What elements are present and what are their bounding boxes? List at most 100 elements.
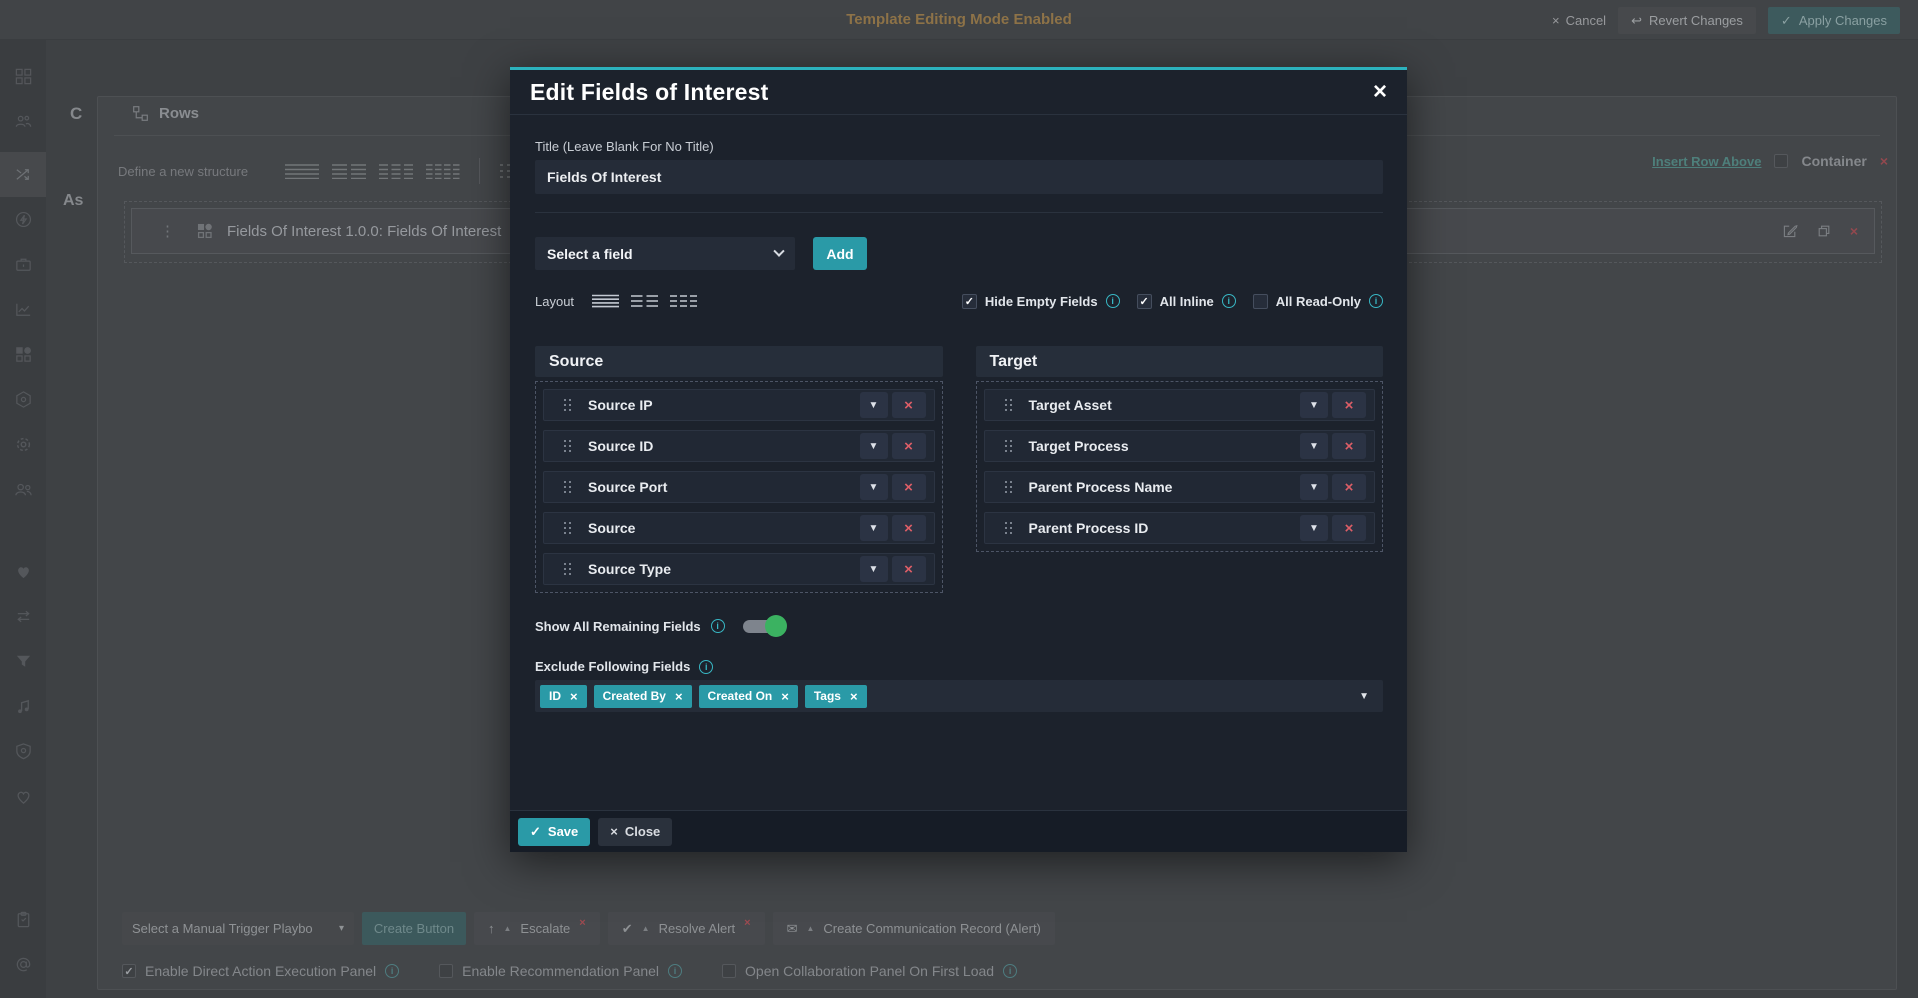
field-dropdown-button[interactable]: ▼ bbox=[1300, 515, 1328, 541]
remove-icon[interactable]: × bbox=[579, 917, 585, 929]
checkbox[interactable] bbox=[722, 964, 736, 978]
insert-row-above-link[interactable]: Insert Row Above bbox=[1652, 154, 1761, 169]
field-row[interactable]: Target Asset▼× bbox=[984, 389, 1376, 421]
sidebar-item-favorites[interactable] bbox=[0, 549, 46, 594]
cancel-button[interactable]: ×Cancel bbox=[1552, 13, 1606, 28]
drag-handle-icon[interactable] bbox=[564, 522, 572, 535]
drag-handle-icon[interactable] bbox=[564, 399, 572, 412]
sidebar-item-mentions[interactable] bbox=[0, 942, 46, 987]
sidebar-item-workflow[interactable] bbox=[0, 152, 46, 197]
drag-handle-icon[interactable] bbox=[1005, 522, 1013, 535]
layout-2col-icon[interactable] bbox=[332, 163, 366, 179]
sidebar-item-widgets[interactable] bbox=[0, 332, 46, 377]
field-row[interactable]: Parent Process ID▼× bbox=[984, 512, 1376, 544]
drag-handle-icon[interactable] bbox=[564, 563, 572, 576]
sidebar-item-people[interactable] bbox=[0, 467, 46, 512]
field-dropdown-button[interactable]: ▼ bbox=[860, 515, 888, 541]
remove-field-button[interactable]: × bbox=[1332, 474, 1366, 500]
field-dropdown-button[interactable]: ▼ bbox=[860, 392, 888, 418]
drag-handle-icon[interactable] bbox=[1005, 481, 1013, 494]
resolve-alert-action[interactable]: ✔▲Resolve Alert× bbox=[608, 912, 765, 945]
title-input[interactable] bbox=[535, 160, 1383, 194]
edit-icon[interactable] bbox=[1782, 223, 1798, 239]
remove-field-button[interactable]: × bbox=[1332, 433, 1366, 459]
manual-trigger-playbook-select[interactable]: Select a Manual Trigger Playbo▾ bbox=[122, 912, 354, 945]
container-checkbox[interactable] bbox=[1774, 154, 1788, 168]
caret-down-icon[interactable]: ▼ bbox=[1359, 691, 1369, 702]
remove-tag-icon[interactable]: × bbox=[781, 689, 789, 704]
drag-handle-icon[interactable] bbox=[1005, 399, 1013, 412]
field-row[interactable]: Source▼× bbox=[543, 512, 935, 544]
create-communication-record-action[interactable]: ✉▲Create Communication Record (Alert) bbox=[773, 912, 1055, 945]
info-icon[interactable]: i bbox=[699, 660, 713, 674]
layout-3col-icon[interactable] bbox=[379, 163, 413, 179]
sidebar-item-automation[interactable] bbox=[0, 197, 46, 242]
field-dropdown-button[interactable]: ▼ bbox=[860, 474, 888, 500]
layout-2col-icon[interactable] bbox=[631, 294, 658, 308]
sidebar-item-cases[interactable] bbox=[0, 242, 46, 287]
checkbox[interactable] bbox=[1253, 294, 1268, 309]
sidebar-item-settings[interactable] bbox=[0, 422, 46, 467]
info-icon[interactable]: i bbox=[668, 964, 682, 978]
sidebar-item-integrations[interactable] bbox=[0, 594, 46, 639]
field-dropdown-button[interactable]: ▼ bbox=[1300, 433, 1328, 459]
field-dropdown-button[interactable]: ▼ bbox=[1300, 392, 1328, 418]
sidebar-item-filters[interactable] bbox=[0, 639, 46, 684]
close-button[interactable]: ×Close bbox=[598, 818, 672, 846]
sidebar-item-assets[interactable] bbox=[0, 377, 46, 422]
remove-field-button[interactable]: × bbox=[1332, 392, 1366, 418]
field-row[interactable]: Target Process▼× bbox=[984, 430, 1376, 462]
layout-3col-icon[interactable] bbox=[670, 294, 697, 308]
drag-handle-icon[interactable] bbox=[564, 440, 572, 453]
remove-field-button[interactable]: × bbox=[892, 556, 926, 582]
info-icon[interactable]: i bbox=[385, 964, 399, 978]
field-select[interactable]: Select a field bbox=[535, 237, 795, 270]
sidebar-item-media[interactable] bbox=[0, 684, 46, 729]
remove-field-button[interactable]: × bbox=[892, 433, 926, 459]
info-icon[interactable]: i bbox=[1222, 294, 1236, 308]
remove-tag-icon[interactable]: × bbox=[850, 689, 858, 704]
drag-handle-icon[interactable]: ⋮ bbox=[160, 222, 173, 240]
checkbox-checked[interactable]: ✓ bbox=[962, 294, 977, 309]
delete-row-icon[interactable]: × bbox=[1850, 223, 1858, 239]
remove-field-button[interactable]: × bbox=[892, 515, 926, 541]
sidebar-item-reports[interactable] bbox=[0, 287, 46, 332]
create-button[interactable]: Create Button bbox=[362, 912, 466, 945]
remove-icon[interactable]: × bbox=[744, 917, 750, 929]
revert-changes-button[interactable]: ↩Revert Changes bbox=[1618, 7, 1756, 34]
field-row[interactable]: Source ID▼× bbox=[543, 430, 935, 462]
info-icon[interactable]: i bbox=[1003, 964, 1017, 978]
sidebar-item-health[interactable] bbox=[0, 774, 46, 819]
info-icon[interactable]: i bbox=[1106, 294, 1120, 308]
field-dropdown-button[interactable]: ▼ bbox=[860, 433, 888, 459]
layout-1col-icon[interactable] bbox=[285, 163, 319, 179]
remove-tag-icon[interactable]: × bbox=[675, 689, 683, 704]
drag-handle-icon[interactable] bbox=[1005, 440, 1013, 453]
add-button[interactable]: Add bbox=[813, 237, 867, 270]
info-icon[interactable]: i bbox=[1369, 294, 1383, 308]
checkbox-checked[interactable]: ✓ bbox=[122, 964, 136, 978]
remove-field-button[interactable]: × bbox=[1332, 515, 1366, 541]
remove-field-button[interactable]: × bbox=[892, 392, 926, 418]
field-dropdown-button[interactable]: ▼ bbox=[860, 556, 888, 582]
remove-tag-icon[interactable]: × bbox=[570, 689, 578, 704]
escalate-action[interactable]: ↑▲Escalate× bbox=[474, 912, 600, 945]
sidebar-item-dashboard[interactable] bbox=[0, 54, 46, 99]
save-button[interactable]: ✓Save bbox=[518, 818, 590, 846]
field-row[interactable]: Source IP▼× bbox=[543, 389, 935, 421]
layout-1col-icon[interactable] bbox=[592, 294, 619, 308]
checkbox-checked[interactable]: ✓ bbox=[1137, 294, 1152, 309]
show-all-toggle[interactable] bbox=[743, 615, 787, 637]
field-row[interactable]: Parent Process Name▼× bbox=[984, 471, 1376, 503]
apply-changes-button[interactable]: ✓Apply Changes bbox=[1768, 7, 1900, 34]
info-icon[interactable]: i bbox=[711, 619, 725, 633]
checkbox[interactable] bbox=[439, 964, 453, 978]
modal-close-icon[interactable]: × bbox=[1373, 80, 1387, 104]
sidebar-item-tasks[interactable] bbox=[0, 897, 46, 942]
drag-handle-icon[interactable] bbox=[564, 481, 572, 494]
sidebar-item-security[interactable] bbox=[0, 729, 46, 774]
field-dropdown-button[interactable]: ▼ bbox=[1300, 474, 1328, 500]
layout-4col-icon[interactable] bbox=[426, 163, 460, 179]
copy-icon[interactable] bbox=[1816, 223, 1832, 239]
exclude-fields-input[interactable]: ID× Created By× Created On× Tags× ▼ bbox=[535, 680, 1383, 712]
